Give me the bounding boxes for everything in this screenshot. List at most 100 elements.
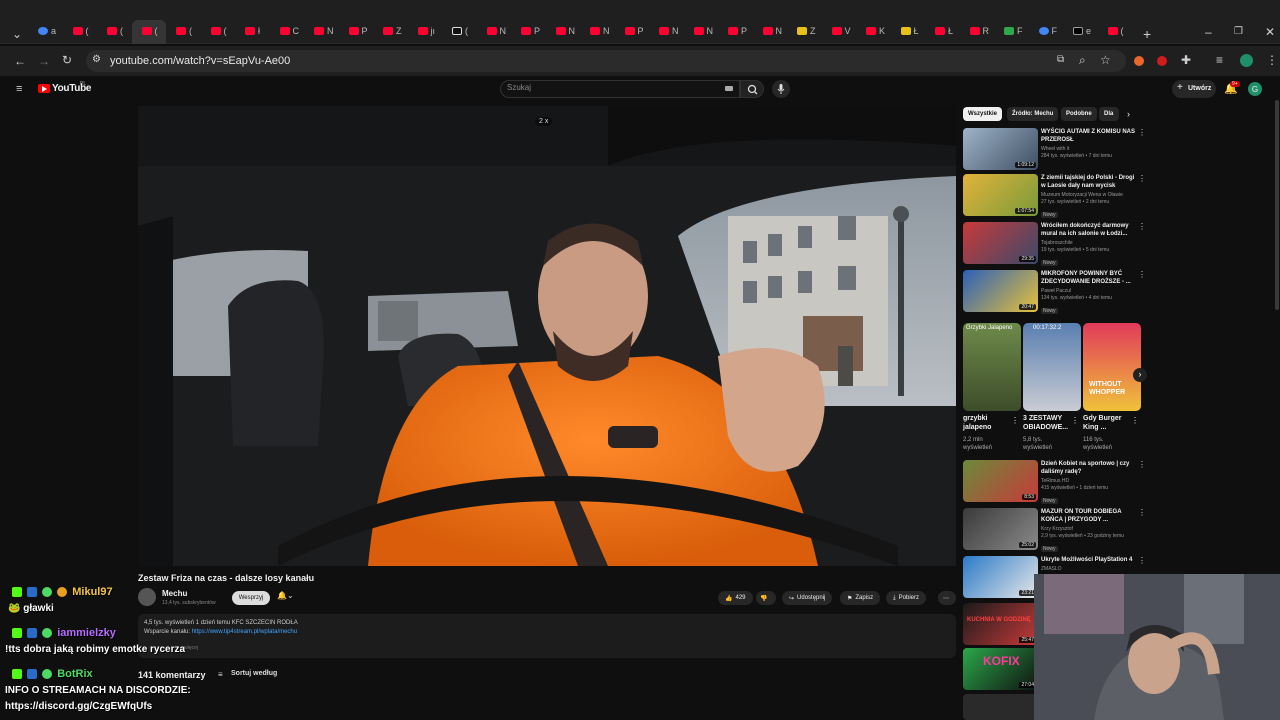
extension-orange-icon[interactable] <box>1134 56 1144 66</box>
video-thumbnail[interactable]: KUCHNIA W GODZINĘ 25:47 <box>963 603 1038 645</box>
more-options-icon[interactable]: ⋮ <box>1138 222 1146 231</box>
browser-tab[interactable]: F <box>1004 22 1030 40</box>
chip-from-channel[interactable]: Źródło: Mechu <box>1007 107 1059 121</box>
channel-avatar[interactable] <box>138 588 156 606</box>
browser-tab[interactable]: N <box>659 22 685 40</box>
browser-tab[interactable]: N <box>693 22 720 40</box>
more-options-icon[interactable]: ⋮ <box>1138 174 1146 183</box>
recommended-video[interactable]: 1:07:54 Z ziemii tajskiej do Polski - Dr… <box>963 174 1153 220</box>
search-input[interactable] <box>500 80 740 98</box>
video-duration: 20:47 <box>1019 304 1036 310</box>
save-button[interactable]: ⚑ Zapisz <box>840 591 881 605</box>
site-info-icon[interactable]: ⚙ <box>92 54 101 65</box>
chip-all[interactable]: Wszystkie <box>963 107 1003 121</box>
share-button[interactable]: ↪ Udostępnij <box>782 591 833 605</box>
back-icon[interactable]: ← <box>14 54 26 68</box>
more-options-icon[interactable]: ⋮ <box>1138 460 1146 469</box>
media-control-icon[interactable]: ≡ <box>1216 53 1223 67</box>
profile-avatar[interactable] <box>1240 54 1253 67</box>
recommended-video[interactable]: 20:47 MIKROFONY POWINNY BYĆ ZDECYDOWANIE… <box>963 270 1153 316</box>
bookmark-star-icon[interactable]: ☆ <box>1100 53 1111 67</box>
browser-tab[interactable]: e <box>1073 22 1099 40</box>
subscription-bell-icon[interactable]: 🔔⌄ <box>277 591 294 600</box>
like-button[interactable]: 👍 429 <box>718 591 753 605</box>
new-tab-button[interactable]: + <box>1143 26 1151 42</box>
short-thumbnail[interactable]: WITHOUT WHOPPER <box>1083 323 1141 411</box>
browser-tab[interactable]: Z <box>383 22 409 40</box>
browser-tab[interactable]: ( <box>107 22 133 40</box>
reload-icon[interactable]: ↻ <box>62 53 72 67</box>
browser-tab[interactable]: ( <box>141 22 168 40</box>
video-thumbnail[interactable]: KOFIX 27:04 <box>963 648 1038 690</box>
recommended-video[interactable]: 8:53 Dzień Kobiet na sportowo | czy dali… <box>963 460 1153 506</box>
browser-tab[interactable]: Ł <box>900 22 927 40</box>
browser-tab[interactable]: N <box>486 22 513 40</box>
support-link[interactable]: https://www.tip4stream.pl/wplata/mechu <box>192 629 297 635</box>
install-app-icon[interactable]: ⧉ <box>1057 54 1064 65</box>
browser-tab[interactable]: ( <box>452 22 478 40</box>
browser-tab[interactable]: Ł <box>935 22 961 40</box>
recommended-video[interactable]: 1:09:12 WYŚCIG AUTAMI Z KOMISU NAS PRZER… <box>963 128 1153 174</box>
minimize-button[interactable]: – <box>1205 25 1212 39</box>
more-options-icon[interactable]: ⋮ <box>1138 270 1146 279</box>
support-button[interactable]: Wesprzyj <box>232 591 270 605</box>
account-avatar[interactable]: G <box>1248 82 1262 96</box>
restore-button[interactable]: ❐ <box>1234 26 1243 37</box>
short-thumbnail[interactable]: 00:17:32:2 <box>1023 323 1081 411</box>
browser-tab[interactable]: ( <box>1107 22 1134 40</box>
chip-for-you[interactable]: Dla <box>1099 107 1119 121</box>
video-player[interactable] <box>138 106 956 566</box>
short-more-icon[interactable]: ⋮ <box>1011 416 1019 425</box>
browser-tab[interactable]: P <box>728 22 754 40</box>
short-more-icon[interactable]: ⋮ <box>1071 416 1079 425</box>
short-more-icon[interactable]: ⋮ <box>1131 416 1139 425</box>
browser-tab[interactable]: ( <box>72 22 99 40</box>
browser-menu-icon[interactable]: ⋮ <box>1266 53 1278 67</box>
sort-button[interactable]: Sortuj według <box>231 670 277 677</box>
tab-search-icon[interactable]: ⌄ <box>12 27 22 41</box>
channel-name[interactable]: Mechu <box>162 589 187 598</box>
close-window-button[interactable]: ✕ <box>1265 25 1275 39</box>
chips-next-icon[interactable]: › <box>1127 109 1130 119</box>
chip-similar[interactable]: Podobne <box>1061 107 1097 121</box>
video-thumbnail[interactable] <box>963 694 1038 720</box>
extension-red-icon[interactable] <box>1157 56 1167 66</box>
browser-tab[interactable]: ( <box>210 22 237 40</box>
more-actions-button[interactable]: ⋯ <box>938 591 956 605</box>
shorts-next-icon[interactable]: › <box>1133 368 1147 382</box>
more-options-icon[interactable]: ⋮ <box>1138 508 1146 517</box>
recommended-video[interactable]: 29:35 Wróciłem dokończyć darmowy mural n… <box>963 222 1153 268</box>
browser-tab[interactable]: N <box>762 22 789 40</box>
browser-tab[interactable]: K <box>866 22 892 40</box>
emote-icon: 🐸 <box>8 603 21 614</box>
dislike-button[interactable]: 👎 <box>756 591 776 605</box>
browser-tab[interactable]: R <box>969 22 996 40</box>
browser-tab[interactable]: P <box>521 22 547 40</box>
browser-tab[interactable]: P <box>348 22 375 40</box>
browser-tab[interactable]: P <box>624 22 651 40</box>
download-button[interactable]: ⤓ Pobierz <box>886 591 926 605</box>
short-thumbnail[interactable]: Grzybki Jalapeno <box>963 323 1021 411</box>
browser-tab[interactable]: a <box>38 22 64 40</box>
browser-tab[interactable]: N <box>590 22 616 40</box>
browser-tab[interactable]: V <box>831 22 858 40</box>
more-options-icon[interactable]: ⋮ <box>1138 128 1146 137</box>
more-options-icon[interactable]: ⋮ <box>1138 556 1146 565</box>
browser-tab[interactable]: N <box>555 22 582 40</box>
extensions-puzzle-icon[interactable]: ✚ <box>1181 53 1191 67</box>
page-scrollbar[interactable] <box>1275 100 1279 310</box>
search-button[interactable] <box>740 80 764 98</box>
forward-icon[interactable]: → <box>38 54 50 68</box>
keyboard-icon[interactable] <box>725 86 733 91</box>
microphone-button[interactable] <box>772 80 790 98</box>
hamburger-menu-icon[interactable]: ≡ <box>16 83 22 95</box>
browser-tab[interactable]: N <box>314 22 340 40</box>
recommended-video[interactable]: 25:02 MAZUR ON TOUR DOBIEGA KOŃCA | PRZY… <box>963 508 1153 554</box>
browser-tab[interactable]: C <box>279 22 306 40</box>
browser-tab[interactable]: ł <box>245 22 271 40</box>
browser-tab[interactable]: ( <box>176 22 202 40</box>
browser-tab[interactable]: F <box>1038 22 1065 40</box>
browser-tab[interactable]: jı <box>417 22 444 40</box>
zoom-icon[interactable]: ⌕ <box>1079 53 1086 68</box>
browser-tab[interactable]: Z <box>797 22 823 40</box>
